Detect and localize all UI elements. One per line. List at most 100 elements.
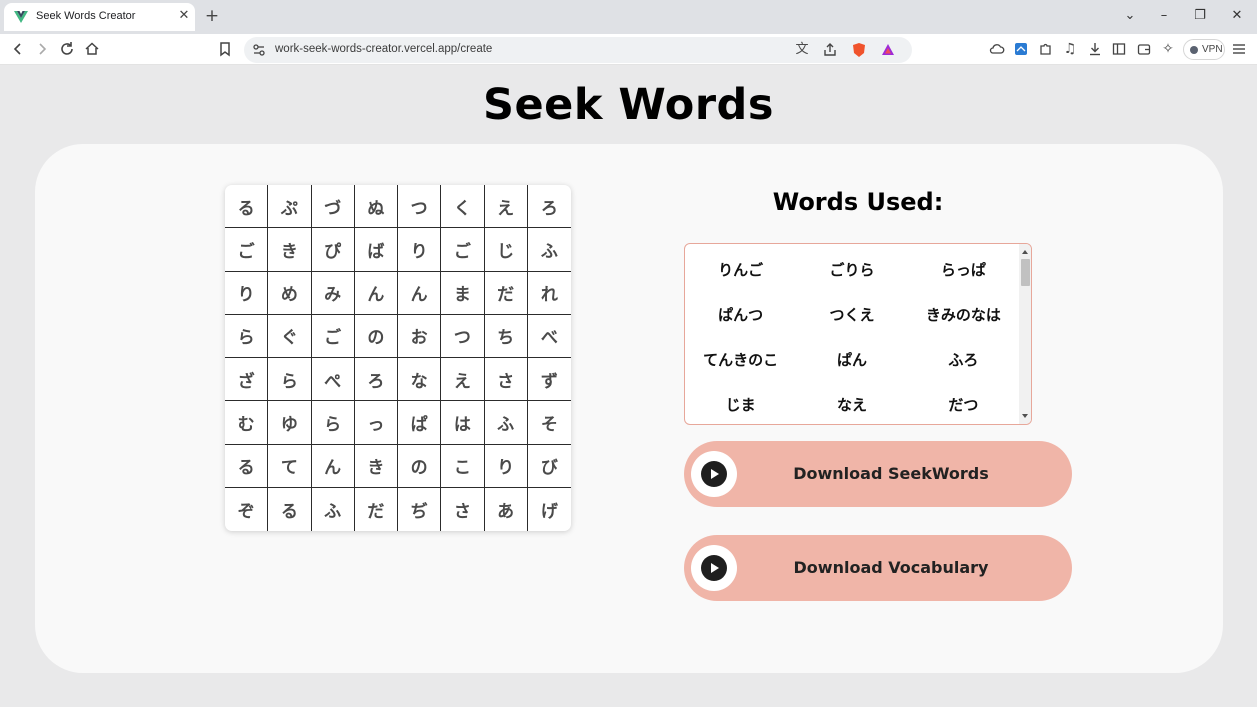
grid-cell: の (354, 314, 398, 358)
minimize-icon[interactable]: – (1153, 6, 1175, 26)
grid-cell: ご (225, 228, 269, 272)
grid-cell: ら (225, 314, 269, 358)
forward-icon[interactable] (32, 39, 52, 59)
scroll-up-arrow-icon[interactable] (1022, 250, 1028, 254)
site-settings-icon[interactable] (249, 40, 269, 60)
download-vocabulary-button[interactable]: Download Vocabulary (684, 535, 1072, 601)
cloud-icon[interactable] (987, 39, 1007, 59)
grid-cell: ふ (527, 228, 571, 272)
grid-cell: ご (311, 314, 355, 358)
reload-icon[interactable] (57, 39, 77, 59)
word-item: つくえ (829, 306, 875, 324)
grid-cell: ゆ (268, 401, 312, 445)
close-tab-icon[interactable]: ✕ (176, 8, 192, 24)
grid-cell: り (225, 271, 269, 315)
grid-cell: ん (311, 444, 355, 488)
scrollbar-thumb[interactable] (1021, 259, 1030, 286)
page-title: Seek Words (483, 80, 774, 130)
brave-rewards-icon[interactable] (878, 40, 898, 60)
leo-ai-icon[interactable]: ✧ (1158, 39, 1178, 59)
translate-icon[interactable]: 文 (792, 40, 812, 60)
grid-cell: つ (398, 185, 442, 229)
tab-list-chevron-icon[interactable]: ⌄ (1119, 6, 1141, 26)
grid-cell: そ (527, 401, 571, 445)
word-search-grid: るぷづぬつくえろごきぴばりごじふりめみんんまだれらぐごのおつちべざらぺろなえさず… (225, 185, 571, 531)
music-icon[interactable]: ♫ (1060, 39, 1080, 59)
play-icon (701, 461, 727, 487)
extension-blue-icon[interactable] (1011, 39, 1031, 59)
grid-cell: え (484, 185, 528, 229)
back-icon[interactable] (8, 39, 28, 59)
grid-cell: ぱ (398, 401, 442, 445)
share-icon[interactable] (820, 40, 840, 60)
close-window-icon[interactable]: ✕ (1226, 6, 1248, 26)
brave-shield-icon[interactable] (849, 40, 869, 60)
grid-cell: び (527, 445, 571, 488)
words-used-title: Words Used: (772, 188, 944, 216)
url-text: work-seek-words-creator.vercel.app/creat… (275, 43, 493, 55)
word-item: らっぱ (940, 261, 986, 279)
new-tab-icon[interactable]: + (202, 6, 222, 26)
grid-cell: の (398, 444, 442, 488)
word-item: きみのなは (925, 306, 1001, 324)
grid-cell: じ (484, 228, 528, 272)
vue-logo-icon (14, 11, 28, 23)
words-used-list: りんご ごりら らっぱ ぱんつ つくえ きみのなは てんきのこ ぱん ふろ じま なえ だつ (685, 244, 1019, 424)
grid-cell: づ (311, 185, 355, 229)
play-icon (701, 555, 727, 581)
grid-cell: ろ (354, 358, 398, 402)
word-item: ふろ (948, 351, 979, 369)
bookmark-icon[interactable] (215, 39, 235, 59)
extensions-puzzle-icon[interactable] (1036, 39, 1056, 59)
grid-cell: ぢ (398, 487, 442, 531)
grid-cell: ふ (312, 487, 355, 531)
word-item: なえ (836, 396, 867, 414)
vpn-button[interactable]: VPN (1183, 39, 1225, 60)
grid-cell: だ (355, 487, 398, 531)
grid-cell: さ (484, 358, 528, 402)
sidebar-icon[interactable] (1109, 39, 1129, 59)
grid-cell: ふ (484, 401, 528, 445)
grid-cell: ぬ (354, 185, 398, 229)
grid-cell: み (311, 271, 355, 315)
grid-cell: る (225, 185, 269, 229)
restore-icon[interactable]: ❐ (1189, 6, 1211, 26)
grid-cell: ず (527, 358, 571, 402)
grid-cell: ぺ (311, 358, 355, 402)
grid-cell: ん (354, 271, 398, 315)
grid-cell: ぴ (311, 228, 355, 272)
grid-cell: げ (540, 501, 558, 522)
grid-cell: く (441, 185, 485, 229)
words-used-list-box[interactable]: りんご ごりら らっぱ ぱんつ つくえ きみのなは てんきのこ ぱん ふろ じま なえ だつ (684, 243, 1032, 425)
grid-cell: つ (441, 314, 485, 358)
download-icon[interactable] (1085, 39, 1105, 59)
word-item: ぱんつ (718, 306, 764, 324)
vpn-label: VPN (1202, 44, 1223, 55)
grid-cell: お (398, 314, 442, 358)
grid-cell: な (398, 358, 442, 402)
wallet-icon[interactable] (1134, 39, 1154, 59)
browser-tab-bar: Seek Words Creator ✕ + ⌄ – ❐ ✕ (0, 0, 1257, 34)
scrollbar[interactable] (1019, 244, 1031, 424)
grid-cell: て (268, 444, 312, 488)
grid-cell: ん (398, 271, 442, 315)
grid-cell: め (268, 271, 312, 315)
download-vocabulary-label: Download Vocabulary (793, 558, 989, 577)
grid-cell: べ (527, 315, 571, 358)
address-bar[interactable]: work-seek-words-creator.vercel.app/creat… (244, 37, 912, 63)
grid-cell: ば (354, 228, 398, 272)
grid-cell: き (268, 228, 312, 272)
grid-cell: ぞ (225, 487, 269, 531)
grid-cell: り (398, 228, 442, 272)
home-icon[interactable] (82, 39, 102, 59)
grid-cell: あ (485, 487, 528, 531)
menu-icon[interactable] (1229, 39, 1249, 59)
grid-cell: ま (441, 271, 485, 315)
word-item: じま (725, 396, 756, 414)
browser-toolbar: work-seek-words-creator.vercel.app/creat… (0, 34, 1257, 65)
word-item: ぱん (836, 351, 867, 369)
scroll-down-arrow-icon[interactable] (1022, 414, 1028, 418)
grid-cell: だ (484, 271, 528, 315)
browser-tab[interactable]: Seek Words Creator ✕ (4, 3, 195, 31)
download-seekwords-button[interactable]: Download SeekWords (684, 441, 1072, 507)
